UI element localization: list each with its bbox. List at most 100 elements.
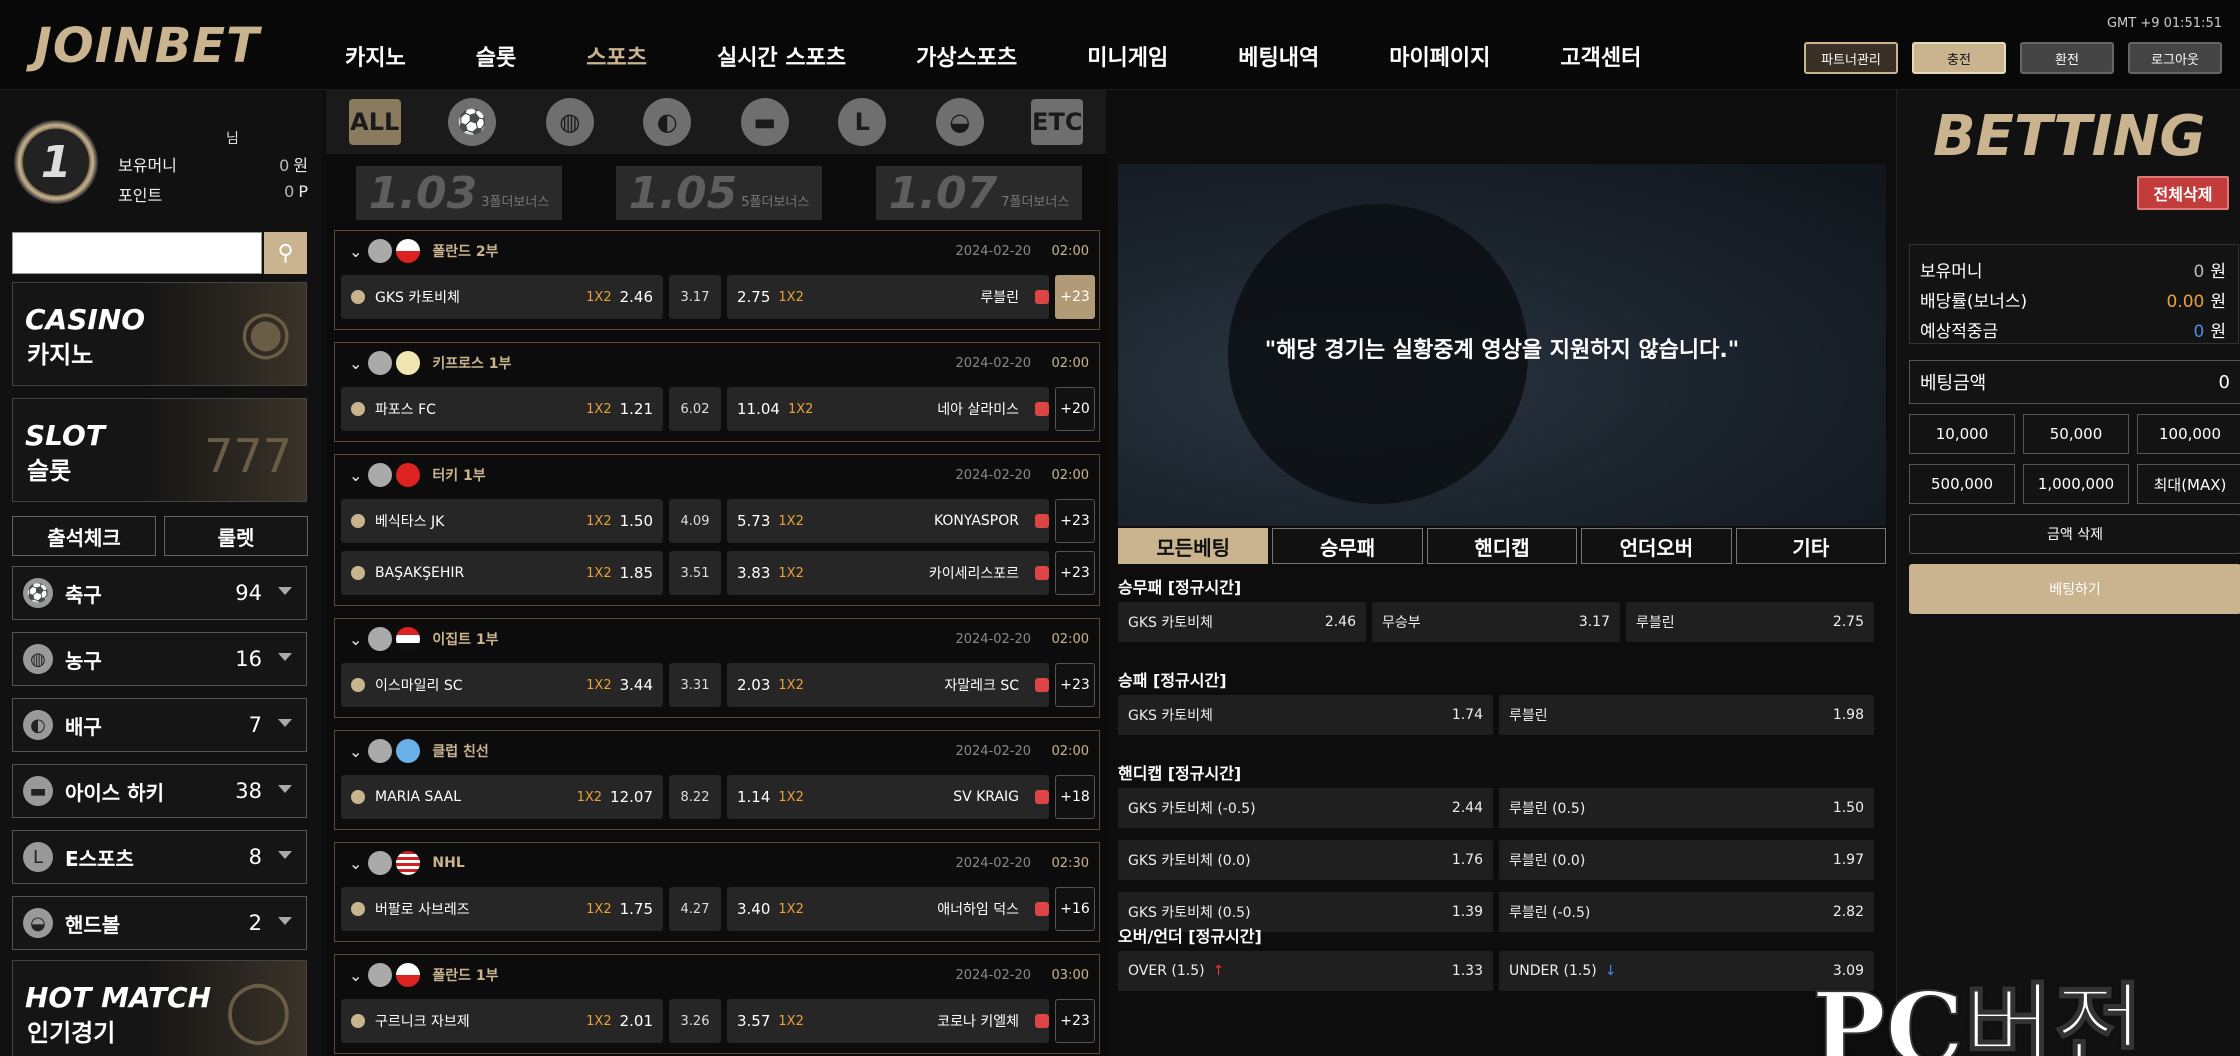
away-odds-button[interactable]: 2.03 1X2 자말레크 SC	[727, 663, 1049, 707]
sport-item[interactable]: ◍ 농구 16	[12, 632, 307, 686]
search-input[interactable]	[12, 232, 262, 274]
match-header[interactable]: ⌄ 키프로스 1부 2024-02-20 02:00	[335, 343, 1099, 383]
draw-odds-button[interactable]: 3.26	[669, 999, 721, 1043]
more-markets-button[interactable]: +18	[1055, 775, 1095, 819]
match-header[interactable]: ⌄ 터키 1부 2024-02-20 02:00	[335, 455, 1099, 495]
sport-tab-volleyball[interactable]: ◐	[619, 98, 717, 146]
quick-amount-100000[interactable]: 100,000	[2137, 414, 2240, 454]
away-odds-button[interactable]: 11.04 1X2 네아 살라미스	[727, 387, 1049, 431]
quick-amount-10000[interactable]: 10,000	[1909, 414, 2015, 454]
away-odds-button[interactable]: 3.83 1X2 카이세리스포르	[727, 551, 1049, 595]
match-header[interactable]: ⌄ 이집트 1부 2024-02-20 02:00	[335, 619, 1099, 659]
nav-bet-history[interactable]: 베팅내역	[1203, 40, 1354, 72]
nav-virtual-sports[interactable]: 가상스포츠	[881, 40, 1052, 72]
roulette-button[interactable]: 룰렛	[164, 516, 308, 556]
quick-amount-500000[interactable]: 500,000	[1909, 464, 2015, 504]
home-odds-button[interactable]: 이스마일리 SC 1X2 3.44	[341, 663, 663, 707]
market-odds-button[interactable]: 루블린 1.98	[1499, 695, 1874, 735]
draw-odds-button[interactable]: 4.09	[669, 499, 721, 543]
market-odds-button[interactable]: OVER (1.5) ↑ 1.33	[1118, 951, 1493, 991]
match-header[interactable]: ⌄ NHL 2024-02-20 02:30	[335, 843, 1099, 883]
away-odds-button[interactable]: 3.40 1X2 애너하임 덕스	[727, 887, 1049, 931]
sport-tab-etc[interactable]: ETC	[1009, 99, 1107, 145]
nav-live-sports[interactable]: 실시간 스포츠	[682, 40, 881, 72]
draw-odds-button[interactable]: 3.17	[669, 275, 721, 319]
sport-item[interactable]: ◐ 배구 7	[12, 698, 307, 752]
sport-item[interactable]: ◒ 핸드볼 2	[12, 896, 307, 950]
nav-minigame[interactable]: 미니게임	[1052, 40, 1203, 72]
market-tab[interactable]: 언더오버	[1581, 528, 1732, 564]
market-odds-button[interactable]: GKS 카토비체 (-0.5) 2.44	[1118, 788, 1493, 828]
home-odds-button[interactable]: 파포스 FC 1X2 1.21	[341, 387, 663, 431]
nav-casino[interactable]: 카지노	[310, 40, 441, 72]
partner-button[interactable]: 파트너관리	[1804, 42, 1898, 74]
away-odds-button[interactable]: 2.75 1X2 루블린	[727, 275, 1049, 319]
quick-amount-1000000[interactable]: 1,000,000	[2023, 464, 2129, 504]
clear-amount-button[interactable]: 금액 삭제	[1909, 514, 2240, 554]
nav-sports[interactable]: 스포츠	[551, 40, 682, 72]
search-button[interactable]: ⚲	[264, 232, 307, 274]
more-markets-button[interactable]: +23	[1055, 999, 1095, 1043]
more-markets-button[interactable]: +20	[1055, 387, 1095, 431]
casino-banner[interactable]: CASINO 카지노 ◉	[12, 282, 307, 386]
sport-tab-all[interactable]: ALL	[326, 99, 424, 145]
quick-amount-50000[interactable]: 50,000	[2023, 414, 2129, 454]
nav-support[interactable]: 고객센터	[1525, 40, 1676, 72]
market-odds-button[interactable]: 무승부 3.17	[1372, 602, 1620, 642]
sport-tab-hockey[interactable]: ▬	[716, 98, 814, 146]
withdraw-button[interactable]: 환전	[2020, 42, 2114, 74]
more-markets-button[interactable]: +16	[1055, 887, 1095, 931]
home-odds-button[interactable]: 버팔로 사브레즈 1X2 1.75	[341, 887, 663, 931]
quick-amount-max[interactable]: 최대(MAX)	[2137, 464, 2240, 504]
draw-odds-button[interactable]: 3.31	[669, 663, 721, 707]
sport-item[interactable]: ⚽ 축구 94	[12, 566, 307, 620]
attendance-button[interactable]: 출석체크	[12, 516, 156, 556]
clear-all-button[interactable]: 전체삭제	[2137, 176, 2229, 210]
nav-slot[interactable]: 슬롯	[441, 40, 551, 72]
home-odds-button[interactable]: 구르니크 자브제 1X2 2.01	[341, 999, 663, 1043]
market-odds-button[interactable]: GKS 카토비체 (0.0) 1.76	[1118, 840, 1493, 880]
market-odds-button[interactable]: 루블린 (0.5) 1.50	[1499, 788, 1874, 828]
market-odds-button[interactable]: GKS 카토비체 1.74	[1118, 695, 1493, 735]
match-header[interactable]: ⌄ 클럽 친선 2024-02-20 02:00	[335, 731, 1099, 771]
deposit-button[interactable]: 충전	[1912, 42, 2006, 74]
market-odds-button[interactable]: 루블린 (-0.5) 2.82	[1499, 892, 1874, 932]
draw-odds-button[interactable]: 8.22	[669, 775, 721, 819]
more-markets-button[interactable]: +23	[1055, 275, 1095, 319]
home-odds-button[interactable]: GKS 카토비체 1X2 2.46	[341, 275, 663, 319]
market-tab[interactable]: 기타	[1735, 528, 1887, 564]
sport-tab-handball[interactable]: ◒	[911, 98, 1009, 146]
market-tab[interactable]: 모든베팅	[1118, 528, 1269, 564]
bet-amount-field[interactable]: 베팅금액 0	[1909, 360, 2240, 404]
match-header[interactable]: ⌄ 폴란드 1부 2024-02-20 03:00	[335, 955, 1099, 995]
home-odds-button[interactable]: 베식타스 JK 1X2 1.50	[341, 499, 663, 543]
sport-item[interactable]: L E스포츠 8	[12, 830, 307, 884]
away-odds-button[interactable]: 5.73 1X2 KONYASPOR	[727, 499, 1049, 543]
market-odds-button[interactable]: GKS 카토비체 2.46	[1118, 602, 1366, 642]
place-bet-button[interactable]: 베팅하기	[1909, 564, 2240, 614]
more-markets-button[interactable]: +23	[1055, 499, 1095, 543]
away-odds-button[interactable]: 1.14 1X2 SV KRAIG	[727, 775, 1049, 819]
site-logo[interactable]: JOINBET	[34, 18, 260, 74]
sport-item[interactable]: ▬ 아이스 하키 38	[12, 764, 307, 818]
more-markets-button[interactable]: +23	[1055, 551, 1095, 595]
match-header[interactable]: ⌄ 폴란드 2부 2024-02-20 02:00	[335, 231, 1099, 271]
market-odds-button[interactable]: 루블린 2.75	[1626, 602, 1874, 642]
draw-odds-button[interactable]: 6.02	[669, 387, 721, 431]
nav-mypage[interactable]: 마이페이지	[1354, 40, 1525, 72]
market-tab[interactable]: 핸디캡	[1426, 528, 1578, 564]
market-odds-button[interactable]: 루블린 (0.0) 1.97	[1499, 840, 1874, 880]
more-markets-button[interactable]: +23	[1055, 663, 1095, 707]
hot-match-banner[interactable]: HOT MATCH 인기경기 ◯	[12, 960, 307, 1056]
draw-odds-button[interactable]: 4.27	[669, 887, 721, 931]
away-odds-button[interactable]: 3.57 1X2 코로나 키엘체	[727, 999, 1049, 1043]
logout-button[interactable]: 로그아웃	[2128, 42, 2222, 74]
sport-tab-esports[interactable]: L	[814, 98, 912, 146]
market-tab[interactable]: 승무패	[1272, 528, 1423, 564]
sport-tab-basketball[interactable]: ◍	[521, 98, 619, 146]
sport-tab-soccer[interactable]: ⚽	[424, 98, 522, 146]
home-odds-button[interactable]: BAŞAKŞEHIR 1X2 1.85	[341, 551, 663, 595]
home-odds-button[interactable]: MARIA SAAL 1X2 12.07	[341, 775, 663, 819]
draw-odds-button[interactable]: 3.51	[669, 551, 721, 595]
slot-banner[interactable]: SLOT 슬롯 777	[12, 398, 307, 502]
